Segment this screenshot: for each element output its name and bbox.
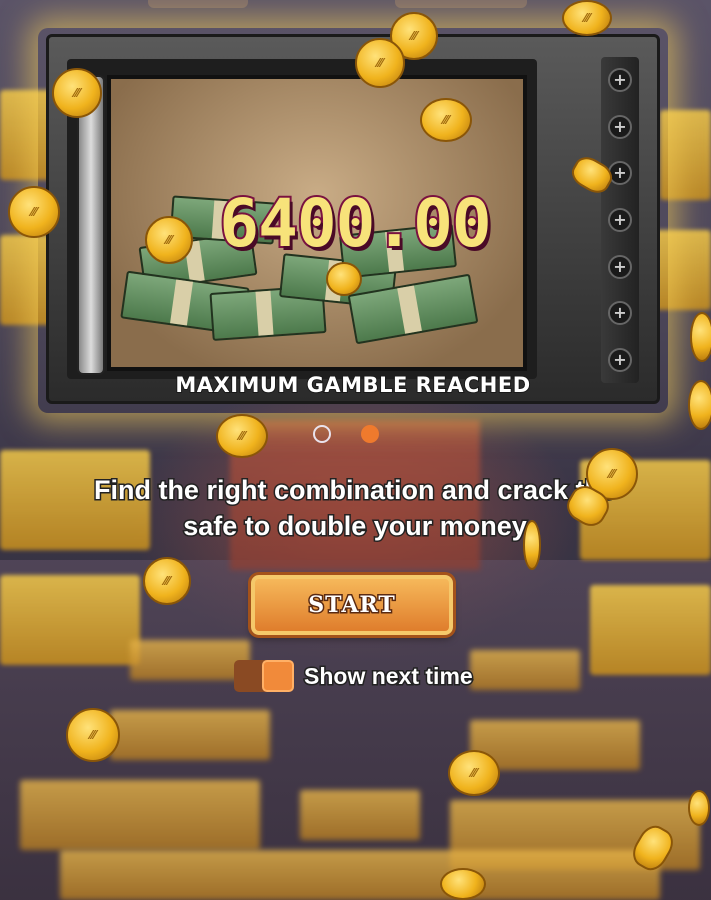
- gold-bar-pile: [60, 850, 660, 900]
- coin-icon: [688, 380, 711, 430]
- win-amount: 6400.00: [217, 183, 493, 264]
- gold-shelf-right-bottom: [590, 585, 711, 675]
- coin-icon: ⁄⁄⁄: [8, 186, 60, 238]
- coin-icon: ⁄⁄⁄: [52, 68, 102, 118]
- coin-icon: [688, 790, 710, 826]
- gold-bar-pile: [110, 710, 270, 760]
- bolt-icon: +: [608, 114, 632, 139]
- page-dot-2-active[interactable]: [361, 425, 379, 443]
- instructions-text: Find the right combination and crack the…: [60, 472, 650, 544]
- gold-bar-pile: [470, 650, 580, 690]
- top-tab-left: [148, 0, 248, 8]
- bolt-icon: +: [608, 254, 632, 279]
- start-button-label: START: [307, 591, 396, 620]
- coin-icon: ⁄⁄⁄: [562, 0, 612, 36]
- coin-icon: ⁄⁄⁄: [143, 557, 191, 605]
- instructions-line-1: Find the right combination and crack the: [92, 474, 617, 507]
- max-gamble-caption: MAXIMUM GAMBLE REACHED: [174, 372, 531, 398]
- safe-hinge: [77, 75, 105, 375]
- gold-bar-pile: [300, 790, 420, 840]
- coin-icon: ⁄⁄⁄: [145, 216, 193, 264]
- instructions-line-2: safe to double your money: [182, 510, 529, 543]
- coin-icon: ⁄⁄⁄: [448, 750, 500, 796]
- page-dot-1[interactable]: [313, 425, 331, 443]
- pagination: [313, 425, 379, 443]
- coin-icon: [326, 262, 362, 296]
- coin-icon: [523, 520, 541, 570]
- coin-icon: [690, 312, 711, 362]
- gold-shelf-left-bottom: [0, 575, 140, 665]
- show-next-time-toggle[interactable]: [234, 660, 294, 692]
- bolt-icon: +: [608, 301, 632, 326]
- coin-icon: ⁄⁄⁄: [66, 708, 120, 762]
- bolt-icon: +: [608, 207, 632, 232]
- safe-bolt-strip: + + + + + + +: [601, 57, 639, 383]
- toggle-knob: [262, 660, 294, 692]
- coin-icon: ⁄⁄⁄: [355, 38, 405, 88]
- start-button[interactable]: START: [251, 575, 453, 635]
- bolt-icon: +: [608, 68, 632, 93]
- top-tab-right: [395, 0, 527, 8]
- coin-icon: ⁄⁄⁄: [420, 98, 472, 142]
- gold-bar-pile: [130, 640, 250, 680]
- coin-icon: [440, 868, 486, 900]
- show-next-time-label: Show next time: [303, 662, 475, 691]
- coin-icon: ⁄⁄⁄: [216, 414, 268, 458]
- gold-bar-pile: [20, 780, 260, 850]
- bolt-icon: +: [608, 347, 632, 372]
